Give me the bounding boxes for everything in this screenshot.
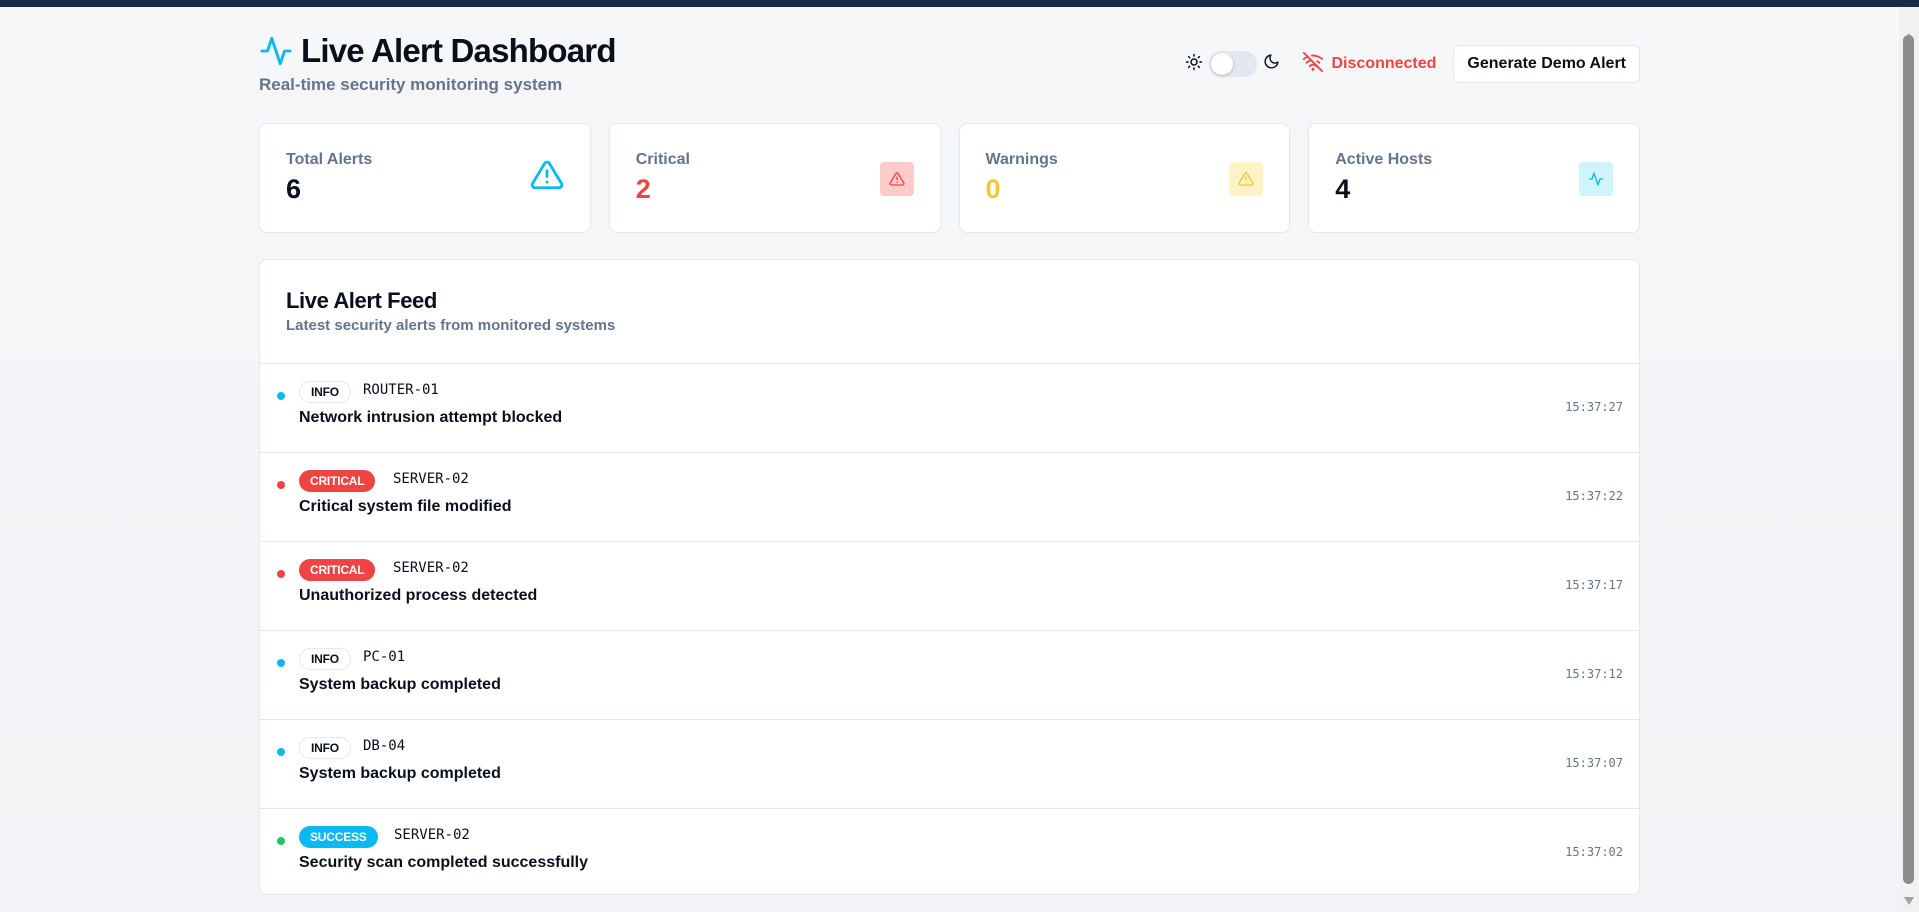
live-alert-feed: Live Alert Feed Latest security alerts f… <box>259 259 1640 895</box>
stat-value: 6 <box>286 174 302 204</box>
feed-title: Live Alert Feed <box>286 288 437 313</box>
stat-title: Active Hosts <box>1335 151 1433 168</box>
alert-row[interactable]: INFO ROUTER-01 Network intrusion attempt… <box>260 364 1639 453</box>
alert-row[interactable]: SUCCESS SERVER-02 Security scan complete… <box>260 809 1639 894</box>
alert-row[interactable]: INFO DB-04 System backup completed 15:37… <box>260 720 1639 809</box>
connection-status-text: Disconnected <box>1331 55 1437 72</box>
wifi-off-icon <box>1302 51 1324 78</box>
stat-card-critical: Critical 2 <box>608 123 941 233</box>
alert-triangle-icon <box>879 162 914 196</box>
header-controls: Disconnected Generate Demo Alert <box>1185 45 1640 83</box>
alert-host: ROUTER-01 <box>363 382 439 398</box>
feed-header: Live Alert Feed Latest security alerts f… <box>260 260 1639 364</box>
scroll-down-arrow-icon[interactable] <box>1904 897 1914 905</box>
activity-pulse-icon <box>259 34 293 68</box>
alert-host: SERVER-02 <box>393 560 469 576</box>
alert-timestamp: 15:37:07 <box>1565 756 1623 770</box>
generate-demo-alert-button[interactable]: Generate Demo Alert <box>1453 45 1640 83</box>
stat-value: 2 <box>635 174 651 204</box>
severity-dot <box>277 392 285 400</box>
alert-row[interactable]: CRITICAL SERVER-02 Critical system file … <box>260 453 1639 542</box>
scrollbar-thumb[interactable] <box>1903 35 1914 884</box>
severity-dot <box>277 659 285 667</box>
alert-timestamp: 15:37:27 <box>1565 400 1623 414</box>
connection-status: Disconnected <box>1302 51 1437 78</box>
alert-message: Critical system file modified <box>299 498 512 515</box>
stat-card-warnings: Warnings 0 <box>958 123 1291 233</box>
stat-card-total-alerts: Total Alerts 6 <box>259 123 591 233</box>
theme-toggle[interactable] <box>1208 51 1257 77</box>
stat-card-active-hosts: Active Hosts 4 <box>1308 123 1640 233</box>
alert-message: Unauthorized process detected <box>299 587 538 604</box>
sun-icon <box>1185 53 1203 76</box>
dashboard-container: Live Alert Dashboard Real-time security … <box>259 31 1640 895</box>
severity-dot <box>277 570 285 578</box>
alert-message: System backup completed <box>299 676 501 693</box>
severity-badge: INFO <box>299 648 351 670</box>
stat-value: 4 <box>1335 174 1351 204</box>
alert-host: SERVER-02 <box>394 827 470 843</box>
severity-badge: CRITICAL <box>299 470 376 492</box>
alert-timestamp: 15:37:22 <box>1565 489 1623 503</box>
alert-triangle-icon <box>1229 162 1264 196</box>
severity-dot <box>277 481 285 489</box>
alert-timestamp: 15:37:02 <box>1565 845 1623 859</box>
severity-dot <box>277 748 285 756</box>
severity-dot <box>277 837 285 845</box>
alert-host: SERVER-02 <box>393 471 469 487</box>
severity-badge: INFO <box>299 737 351 759</box>
theme-toggle-knob <box>1210 53 1233 75</box>
activity-pulse-icon <box>1579 162 1613 196</box>
stats-row: Total Alerts 6 Critical 2 Warnings 0 Act… <box>259 123 1640 233</box>
alert-message: System backup completed <box>299 765 501 782</box>
alert-message: Network intrusion attempt blocked <box>299 409 563 426</box>
alert-row[interactable]: INFO PC-01 System backup completed 15:37… <box>260 631 1639 720</box>
feed-subtitle: Latest security alerts from monitored sy… <box>286 317 616 334</box>
stat-title: Critical <box>635 151 690 168</box>
alert-timestamp: 15:37:17 <box>1565 578 1623 592</box>
severity-badge: INFO <box>299 381 351 403</box>
severity-badge: SUCCESS <box>299 826 378 848</box>
alert-triangle-icon <box>530 158 564 197</box>
page-title: Live Alert Dashboard <box>301 32 617 69</box>
severity-badge: CRITICAL <box>299 559 376 581</box>
page-scrollbar[interactable] <box>1899 7 1919 912</box>
moon-icon <box>1263 53 1280 75</box>
alert-host: PC-01 <box>363 649 406 665</box>
alert-host: DB-04 <box>363 738 406 754</box>
alert-timestamp: 15:37:12 <box>1565 667 1623 681</box>
stat-title: Warnings <box>985 151 1058 168</box>
browser-top-strip <box>0 0 1919 7</box>
alert-row[interactable]: CRITICAL SERVER-02 Unauthorized process … <box>260 542 1639 631</box>
stat-title: Total Alerts <box>286 151 373 168</box>
stat-value: 0 <box>985 174 1001 204</box>
alert-message: Security scan completed successfully <box>299 854 589 871</box>
page-header: Live Alert Dashboard Real-time security … <box>259 31 1640 101</box>
